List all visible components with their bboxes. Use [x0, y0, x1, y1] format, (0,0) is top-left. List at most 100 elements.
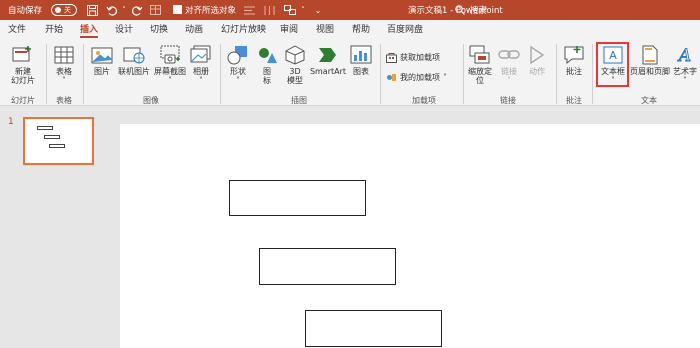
new-slide-button[interactable]: 新建 幻灯片 [6, 45, 40, 85]
align-label: 对齐所选对象 [185, 6, 237, 16]
tab-view[interactable]: 视图 [316, 20, 334, 40]
album-button[interactable]: 相册 ˅ [188, 45, 214, 85]
action-button[interactable]: 动作 [524, 45, 550, 76]
screenshot-button[interactable]: 屏幕截图 ˅ [152, 45, 188, 85]
save-icon[interactable] [85, 0, 99, 20]
smartart-icon [319, 48, 336, 62]
rectangle-shape[interactable] [259, 248, 396, 285]
new-slide-icon [12, 46, 31, 62]
customize-qa-icon[interactable]: ⌄ [311, 0, 325, 20]
model3d-button[interactable]: 3D 模型 [282, 45, 308, 85]
group-separator [220, 44, 221, 104]
picture-label: 图片 [94, 67, 110, 76]
header-footer-button[interactable]: 页眉和页脚 [630, 45, 670, 76]
distribute-icon[interactable] [262, 0, 276, 20]
undo-icon[interactable] [104, 0, 118, 20]
tab-help[interactable]: 帮助 [352, 20, 370, 40]
group-label-illustrations: 插图 [291, 96, 307, 105]
zoom-label: 缩放定 [468, 67, 492, 76]
group-separator [463, 44, 464, 104]
autosave-label: 自动保存 [8, 6, 43, 16]
tab-transitions[interactable]: 切换 [150, 20, 168, 40]
icons-label2: 标 [263, 76, 271, 85]
tab-design[interactable]: 设计 [115, 20, 133, 40]
picture-icon [91, 47, 113, 64]
group-icon[interactable] [283, 0, 297, 20]
thumb-shape [44, 135, 60, 139]
action-icon [530, 45, 545, 65]
icons-label: 图 [263, 67, 271, 76]
shapes-icon [227, 46, 247, 65]
redo-icon[interactable] [130, 0, 144, 20]
icons-button[interactable]: 图 标 [254, 45, 280, 85]
slide-number: 1 [8, 117, 14, 127]
group-separator [592, 44, 593, 104]
my-addins-button[interactable]: 我的加载项 ˅ [386, 72, 447, 83]
dropdown-icon: ˅ [62, 76, 66, 85]
align-left-icon[interactable] [242, 0, 256, 20]
rectangle-shape[interactable] [229, 180, 366, 216]
tab-review[interactable]: 审阅 [280, 20, 298, 40]
album-label: 相册 [193, 67, 209, 76]
model3d-label: 3D [289, 67, 301, 76]
action-label: 动作 [529, 67, 545, 76]
model3d-label2: 模型 [287, 76, 303, 85]
screenshot-icon [160, 45, 180, 64]
album-icon [190, 45, 211, 63]
group-separator [83, 44, 84, 104]
link-icon [498, 50, 520, 59]
wordart-button[interactable]: A 艺术字 ˅ [670, 45, 700, 85]
shapes-button[interactable]: 形状 ˅ [224, 45, 252, 85]
tab-animations[interactable]: 动画 [185, 20, 203, 40]
new-slide-label: 新建 [15, 67, 31, 76]
tab-file[interactable]: 文件 [8, 20, 26, 40]
group-dropdown-icon[interactable]: ˅ [296, 0, 310, 20]
align-checkbox[interactable] [173, 5, 182, 14]
chart-label: 图表 [353, 67, 369, 76]
table-button[interactable]: 表格 ˅ [50, 45, 78, 85]
title-bar: 自动保存 关 ˅ 对齐所选对象 ˅ ⌄ 演示文稿1 - PowerPoint 搜… [0, 0, 700, 20]
tab-baidu[interactable]: 百度网盘 [387, 20, 423, 40]
link-button[interactable]: 链接 ˅ [496, 45, 522, 85]
table-label: 表格 [56, 67, 72, 76]
group-label-links: 链接 [500, 96, 516, 105]
search-label[interactable]: 搜索 [470, 0, 487, 20]
zoom-button[interactable]: 缩放定 位 [466, 45, 494, 85]
zoom-label2: 位 [476, 76, 484, 85]
link-label: 链接 [501, 67, 517, 76]
textbox-highlight [596, 42, 629, 87]
get-addins-label: 获取加载项 [400, 53, 440, 62]
dropdown-icon: ˅ [168, 76, 172, 85]
ribbon-tabs: 文件 开始 插入 设计 切换 动画 幻灯片放映 审阅 视图 帮助 百度网盘 搜索 [0, 20, 700, 40]
slide-thumbnail[interactable] [23, 117, 94, 165]
tab-home[interactable]: 开始 [45, 20, 63, 40]
tab-slideshow[interactable]: 幻灯片放映 [221, 20, 266, 40]
get-addins-button[interactable]: 获取加载项 [386, 52, 440, 63]
toggle-knob [55, 7, 61, 13]
smartart-label: SmartArt [309, 67, 347, 76]
store-icon [386, 53, 397, 63]
table-qa-icon[interactable] [148, 0, 162, 20]
rectangle-shape[interactable] [305, 310, 442, 347]
chart-button[interactable]: 图表 [348, 45, 374, 76]
slide-canvas[interactable] [120, 124, 700, 348]
dropdown-icon: ˅ [507, 76, 511, 85]
zoom-icon [469, 45, 490, 64]
group-separator [380, 44, 381, 104]
comment-button[interactable]: 批注 [560, 45, 588, 76]
undo-dropdown-icon[interactable]: ˅ [117, 0, 131, 20]
autosave-toggle[interactable]: 关 [51, 4, 77, 16]
online-picture-button[interactable]: 联机图片 [117, 45, 151, 76]
screenshot-label: 屏幕截图 [154, 67, 186, 76]
group-label-text: 文本 [641, 96, 657, 105]
svg-text:A: A [677, 46, 691, 65]
search-icon[interactable] [453, 0, 467, 20]
group-separator [46, 44, 47, 104]
thumbnail-pane: 1 [0, 107, 110, 348]
online-picture-label: 联机图片 [118, 67, 150, 76]
tab-insert[interactable]: 插入 [80, 20, 99, 40]
smartart-button[interactable]: SmartArt [309, 45, 347, 76]
dropdown-icon: ˅ [443, 73, 447, 82]
dropdown-icon: ˅ [683, 76, 687, 85]
picture-button[interactable]: 图片 [88, 45, 116, 76]
